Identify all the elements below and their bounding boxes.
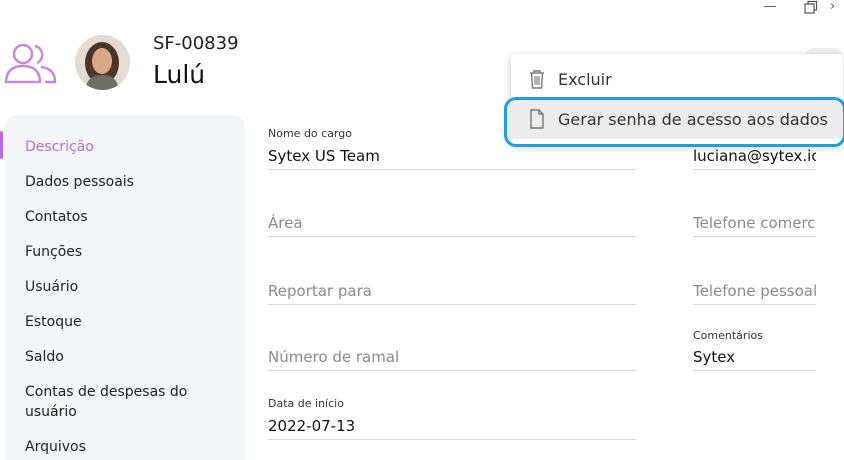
email-field[interactable]: luciana@sytex.io [693,145,816,170]
comments-field[interactable]: Comentários Sytex [693,327,816,371]
start-date-label: Data de início [268,397,344,410]
minimize-icon[interactable]: — [750,0,790,16]
menu-item-excluir[interactable]: Excluir [511,59,843,99]
restore-icon[interactable] [790,0,830,16]
job-title-value: Sytex US Team [268,147,380,165]
record-id: SF-00839 [153,33,239,54]
trash-icon [527,68,547,90]
people-icon [4,40,58,86]
comments-label: Comentários [693,329,763,342]
highlight-ring [504,97,844,147]
sidebar-item-contas-de-despesas[interactable]: Contas de despesas do usuário [25,382,215,422]
report-to-field[interactable]: Reportar para [268,273,636,305]
report-to-placeholder: Reportar para [268,282,372,300]
start-date-field[interactable]: Data de início 2022-07-13 [268,395,636,440]
sidebar-item-contatos[interactable]: Contatos [25,207,225,227]
area-field[interactable]: Área [268,205,636,237]
email-value: luciana@sytex.io [693,147,816,165]
record-name: Lulú [153,60,206,89]
active-indicator [0,131,3,159]
window-controls: — › [750,0,844,16]
sidebar-item-arquivos[interactable]: Arquivos [25,437,225,457]
extension-field[interactable]: Número de ramal [268,340,636,371]
sidebar-item-dados-pessoais[interactable]: Dados pessoais [25,172,225,192]
close-icon[interactable]: › [830,0,844,16]
job-title-label: Nome do cargo [268,127,352,140]
sidebar-item-saldo[interactable]: Saldo [25,347,225,367]
extension-placeholder: Número de ramal [268,348,400,366]
area-placeholder: Área [268,214,303,232]
personal-phone-field[interactable]: Telefone pessoal [693,273,816,305]
avatar [75,35,130,90]
sidebar-item-usuario[interactable]: Usuário [25,277,225,297]
start-date-value: 2022-07-13 [268,417,356,435]
personal-phone-placeholder: Telefone pessoal [693,282,816,300]
sidebar-item-funcoes[interactable]: Funções [25,242,225,262]
sidebar-item-descricao[interactable]: Descrição [25,137,225,157]
sidebar-item-estoque[interactable]: Estoque [25,312,225,332]
menu-item-excluir-label: Excluir [558,69,612,89]
work-phone-field[interactable]: Telefone comerci [693,205,816,237]
comments-value: Sytex [693,348,736,366]
work-phone-placeholder: Telefone comerci [693,214,816,232]
